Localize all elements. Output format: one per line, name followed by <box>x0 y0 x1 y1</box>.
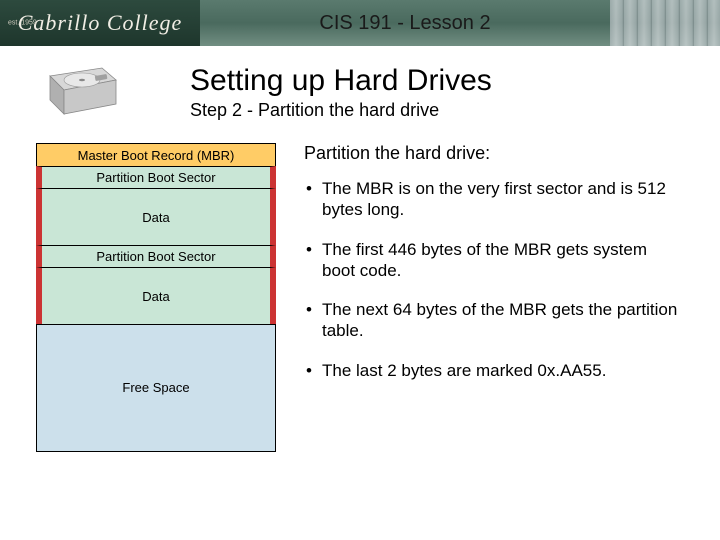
note-item: The last 2 bytes are marked 0x.AA55. <box>304 360 682 381</box>
diagram-data-1: Data <box>36 188 276 246</box>
college-logo: est. 1959 Cabrillo College <box>0 0 200 46</box>
notes-heading: Partition the hard drive: <box>304 143 682 164</box>
note-item: The next 64 bytes of the MBR gets the pa… <box>304 299 682 342</box>
hard-drive-icon <box>40 64 120 119</box>
diagram-free-space: Free Space <box>36 324 276 452</box>
logo-established: est. 1959 <box>8 20 37 27</box>
page-title: Setting up Hard Drives <box>190 64 492 98</box>
note-item: The MBR is on the very first sector and … <box>304 178 682 221</box>
diagram-data-2: Data <box>36 267 276 325</box>
notes-list: The MBR is on the very first sector and … <box>304 178 682 381</box>
diagram-pbs-2: Partition Boot Sector <box>36 245 276 269</box>
diagram-pbs-1: Partition Boot Sector <box>36 166 276 190</box>
page-subtitle: Step 2 - Partition the hard drive <box>190 100 492 121</box>
note-item: The first 446 bytes of the MBR gets syst… <box>304 239 682 282</box>
diagram-mbr: Master Boot Record (MBR) <box>36 143 276 167</box>
pillars-decoration <box>610 0 720 46</box>
notes-panel: Partition the hard drive: The MBR is on … <box>304 143 690 450</box>
slide-content: Setting up Hard Drives Step 2 - Partitio… <box>0 46 720 450</box>
header-bar: est. 1959 Cabrillo College CIS 191 - Les… <box>0 0 720 46</box>
partition-diagram: Master Boot Record (MBR) Partition Boot … <box>36 143 276 450</box>
logo-text: Cabrillo College <box>18 10 183 36</box>
